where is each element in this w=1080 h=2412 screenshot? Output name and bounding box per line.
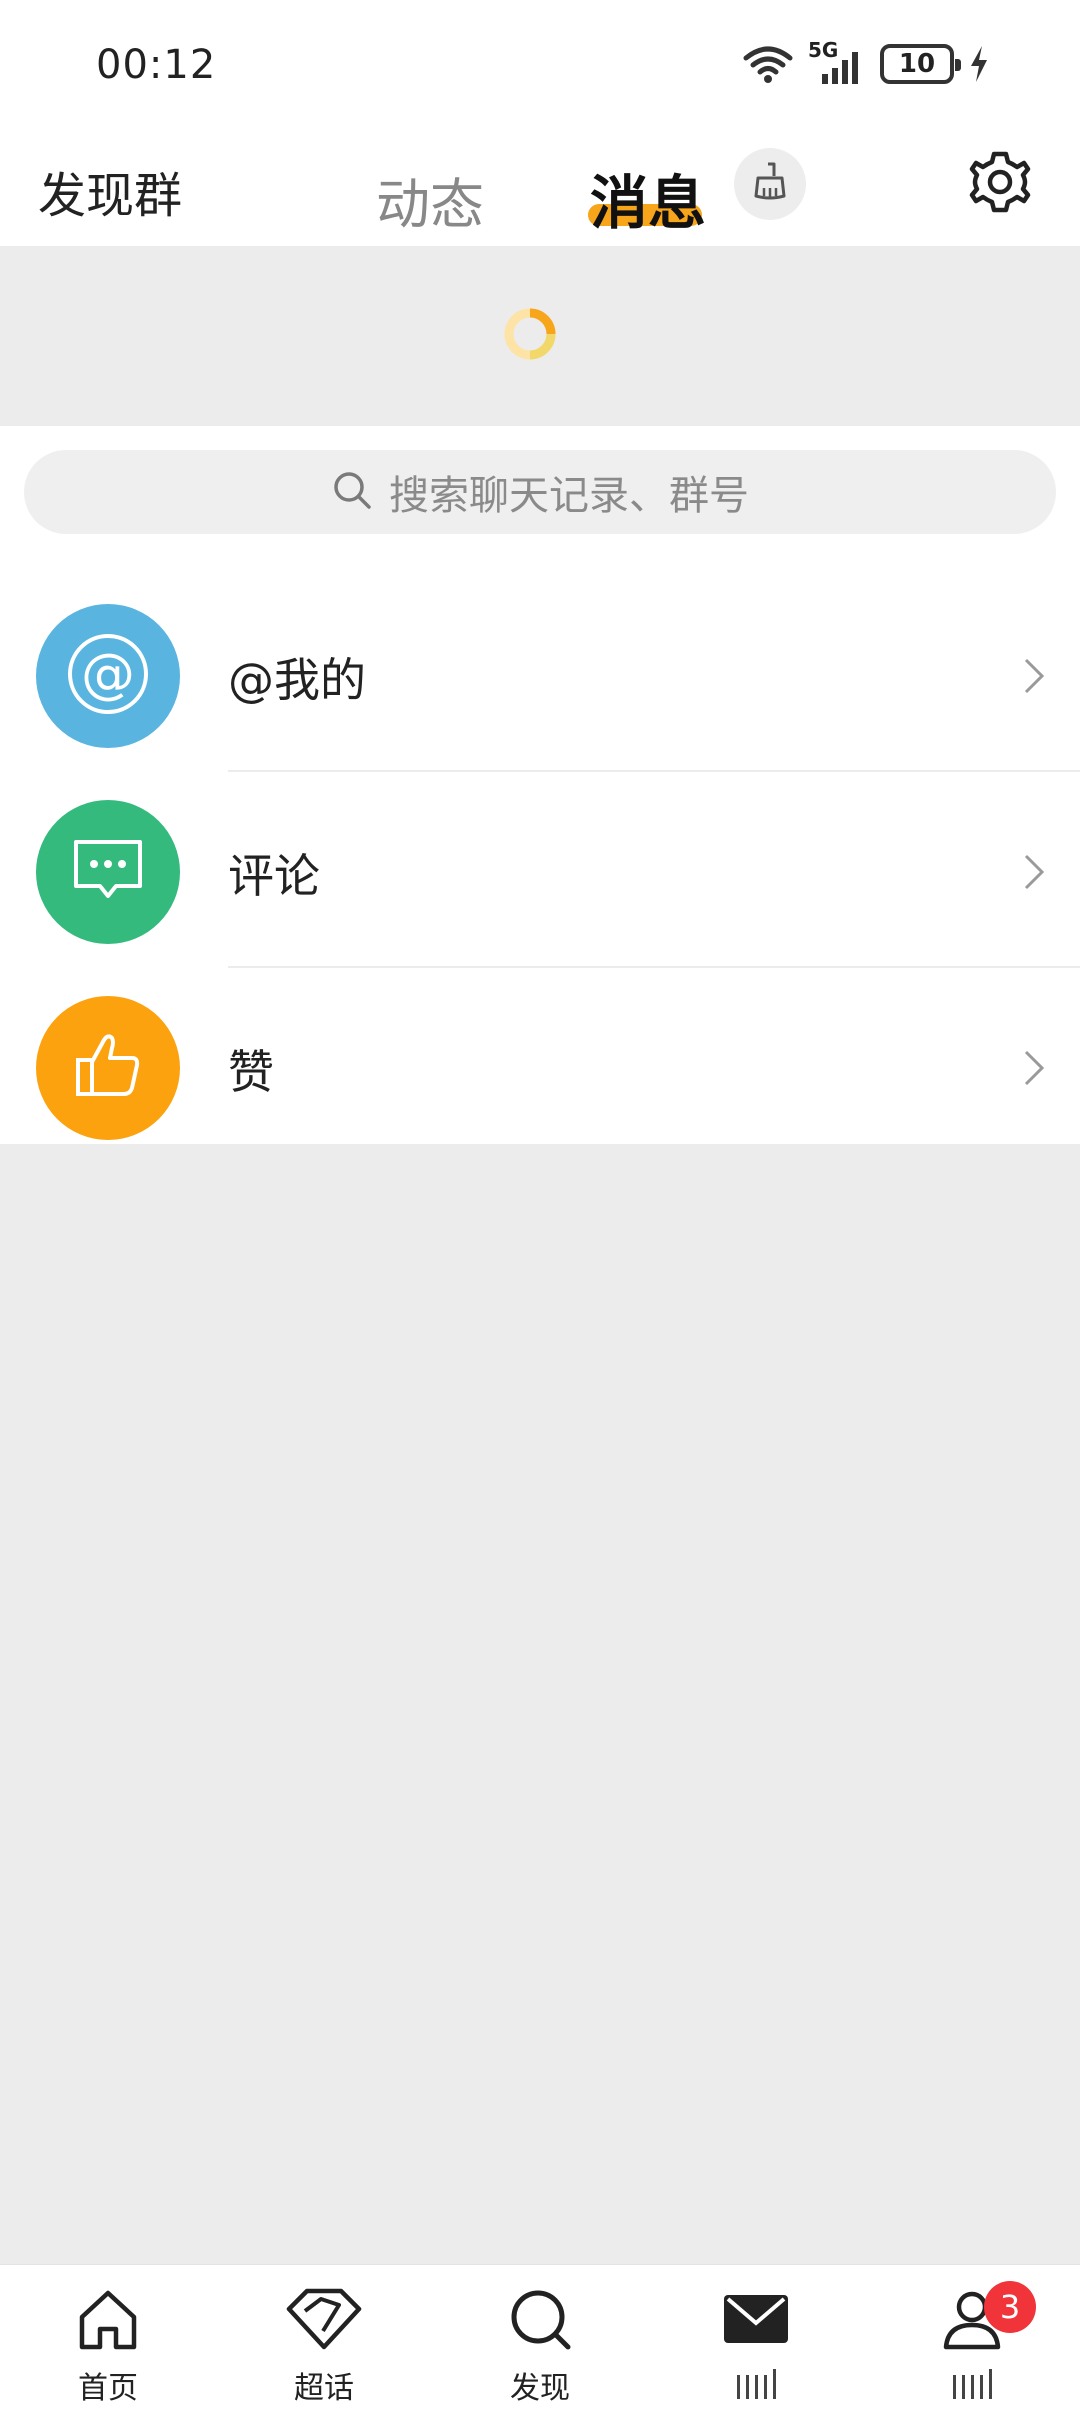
- battery-icon: 10: [880, 44, 961, 84]
- refresh-area: [0, 246, 1080, 426]
- nav-profile[interactable]: 3: [902, 2281, 1042, 2403]
- tab-dynamic[interactable]: 动态: [376, 160, 484, 239]
- search-bar[interactable]: 搜索聊天记录、群号: [24, 450, 1056, 534]
- settings-button[interactable]: [962, 146, 1038, 222]
- search-icon: [331, 469, 373, 515]
- nav-discover[interactable]: 发现: [470, 2283, 610, 2406]
- comments-avatar: [36, 800, 180, 944]
- search-placeholder: 搜索聊天记录、群号: [389, 473, 749, 519]
- bottom-nav: 首页 超话 发现 3: [0, 2264, 1080, 2412]
- status-time: 00:12: [96, 42, 217, 88]
- clear-unread-button[interactable]: [734, 148, 806, 220]
- list-item-label: 赞: [228, 1045, 274, 1099]
- tab-messages[interactable]: 消息: [590, 156, 706, 240]
- status-bar: 00:12 5G 10: [0, 0, 1080, 120]
- list-item-likes[interactable]: 赞: [0, 968, 1080, 1164]
- list-item-comments[interactable]: 评论: [0, 772, 1080, 968]
- header: 发现群 动态 消息: [0, 120, 1080, 246]
- nav-profile-indicator: [952, 2369, 992, 2399]
- search-icon: [504, 2283, 576, 2359]
- wifi-icon: [742, 44, 794, 84]
- nav-home[interactable]: 首页: [38, 2283, 178, 2406]
- diamond-icon: [283, 2283, 365, 2359]
- likes-avatar: [36, 996, 180, 1140]
- charging-icon: [968, 44, 990, 84]
- broom-icon: [748, 160, 792, 208]
- list-item-label: @我的: [228, 653, 366, 707]
- message-panel: 搜索聊天记录、群号 @ @我的 评论 赞: [0, 426, 1080, 1164]
- thumbs-up-icon: [66, 1024, 150, 1112]
- network-type-label: 5G: [808, 38, 839, 62]
- chevron-right-icon: [1022, 852, 1046, 896]
- comment-icon: [66, 828, 150, 916]
- chevron-right-icon: [1022, 1048, 1046, 1092]
- nav-messages-indicator: [736, 2369, 776, 2399]
- list-item-label: 评论: [228, 849, 320, 903]
- loading-spinner-icon: [504, 308, 556, 360]
- at-icon: @: [56, 622, 160, 730]
- cellular-signal-icon: 5G: [808, 38, 866, 86]
- divider: [228, 1162, 1080, 1164]
- battery-level: 10: [898, 49, 936, 79]
- nav-super-topic[interactable]: 超话: [254, 2283, 394, 2406]
- list-item-mentions[interactable]: @ @我的: [0, 576, 1080, 772]
- status-icons: 5G 10: [742, 38, 990, 88]
- nav-super-topic-label: 超话: [294, 2371, 354, 2406]
- screen: 00:12 5G 10 发现群 动态 消息 搜索聊天记录、群号 @ @我的 评论…: [0, 0, 1080, 2412]
- home-icon: [72, 2283, 144, 2359]
- nav-home-label: 首页: [78, 2371, 138, 2406]
- chevron-right-icon: [1022, 656, 1046, 700]
- gear-icon: [966, 148, 1034, 220]
- discover-groups-link[interactable]: 发现群: [38, 156, 182, 226]
- notification-badge: 3: [984, 2281, 1036, 2333]
- mentions-avatar: @: [36, 604, 180, 748]
- nav-messages[interactable]: [686, 2283, 826, 2403]
- mail-icon: [720, 2283, 792, 2359]
- svg-text:@: @: [81, 642, 135, 705]
- nav-discover-label: 发现: [510, 2371, 570, 2406]
